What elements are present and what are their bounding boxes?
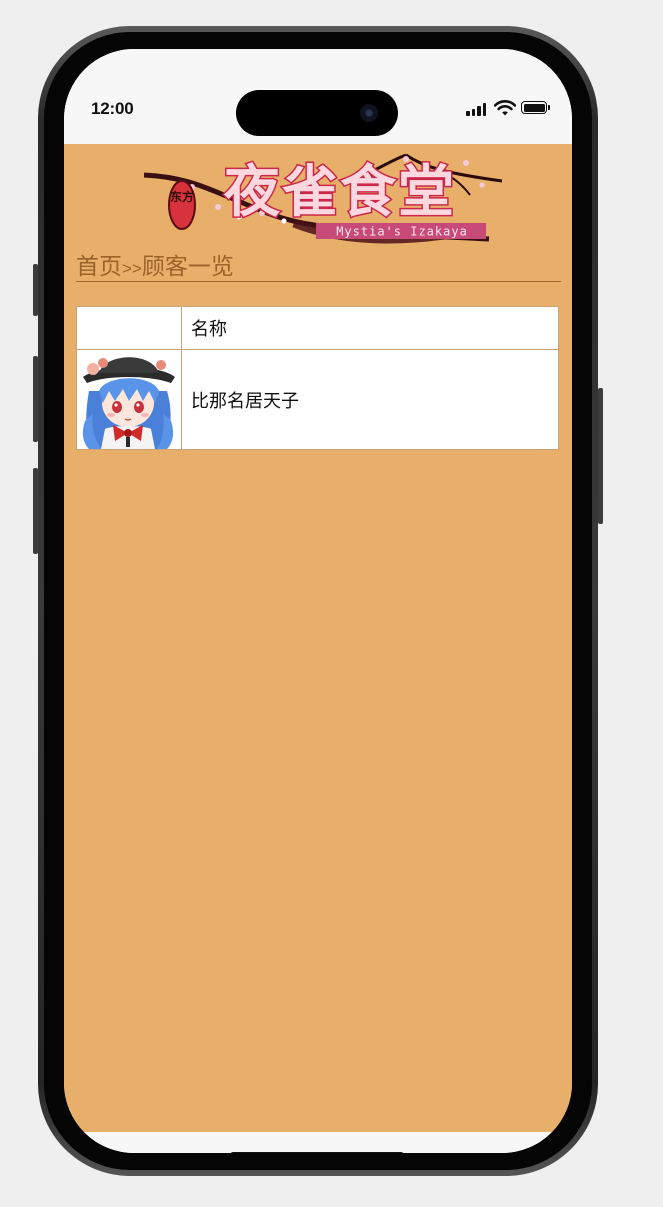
breadcrumb-current: 顾客一览	[141, 253, 234, 279]
page-content: 东方 夜雀食堂 Mystia's Izakaya 首页>>顾客一览 名称 比那名…	[64, 144, 572, 1132]
status-bar: 12:00	[64, 49, 572, 144]
power-button	[598, 388, 603, 524]
table-row[interactable]: 比那名居天子	[77, 350, 558, 449]
cellular-signal-icon	[466, 102, 488, 116]
dynamic-island	[236, 90, 398, 136]
volume-up-button	[33, 356, 38, 442]
tenshi-portrait-icon	[79, 351, 177, 449]
customer-table: 名称 比那名居天子	[76, 306, 559, 450]
header-image-cell	[77, 307, 182, 349]
breadcrumb-separator: >>	[122, 259, 142, 278]
action-button	[33, 264, 38, 316]
banner-badge: 东方	[170, 189, 194, 204]
wifi-icon	[493, 99, 517, 117]
breadcrumb-home-link[interactable]: 首页	[76, 253, 122, 279]
customer-name[interactable]: 比那名居天子	[182, 350, 558, 449]
phone-screen: 12:00 东方 夜雀食堂 Mystia's Izakaya 首页>>顾客一览 …	[64, 49, 572, 1153]
status-time: 12:00	[91, 99, 134, 118]
camera-icon	[360, 104, 378, 122]
site-banner[interactable]: 东方 夜雀食堂 Mystia's Izakaya	[143, 147, 504, 245]
home-indicator[interactable]	[230, 1152, 404, 1153]
banner-subtitle: Mystia's Izakaya	[336, 225, 468, 239]
customer-avatar[interactable]	[79, 351, 177, 449]
header-name-cell: 名称	[191, 319, 227, 339]
battery-icon	[521, 101, 550, 114]
breadcrumb: 首页>>顾客一览	[76, 251, 561, 282]
phone-frame: 12:00 东方 夜雀食堂 Mystia's Izakaya 首页>>顾客一览 …	[33, 26, 603, 1176]
home-area	[64, 1132, 572, 1153]
table-header-row: 名称	[77, 307, 558, 350]
banner-title: 夜雀食堂	[223, 159, 456, 225]
volume-down-button	[33, 468, 38, 554]
banner-logo-icon: 东方 夜雀食堂 Mystia's Izakaya	[143, 153, 503, 244]
customer-avatar-cell	[77, 350, 182, 449]
